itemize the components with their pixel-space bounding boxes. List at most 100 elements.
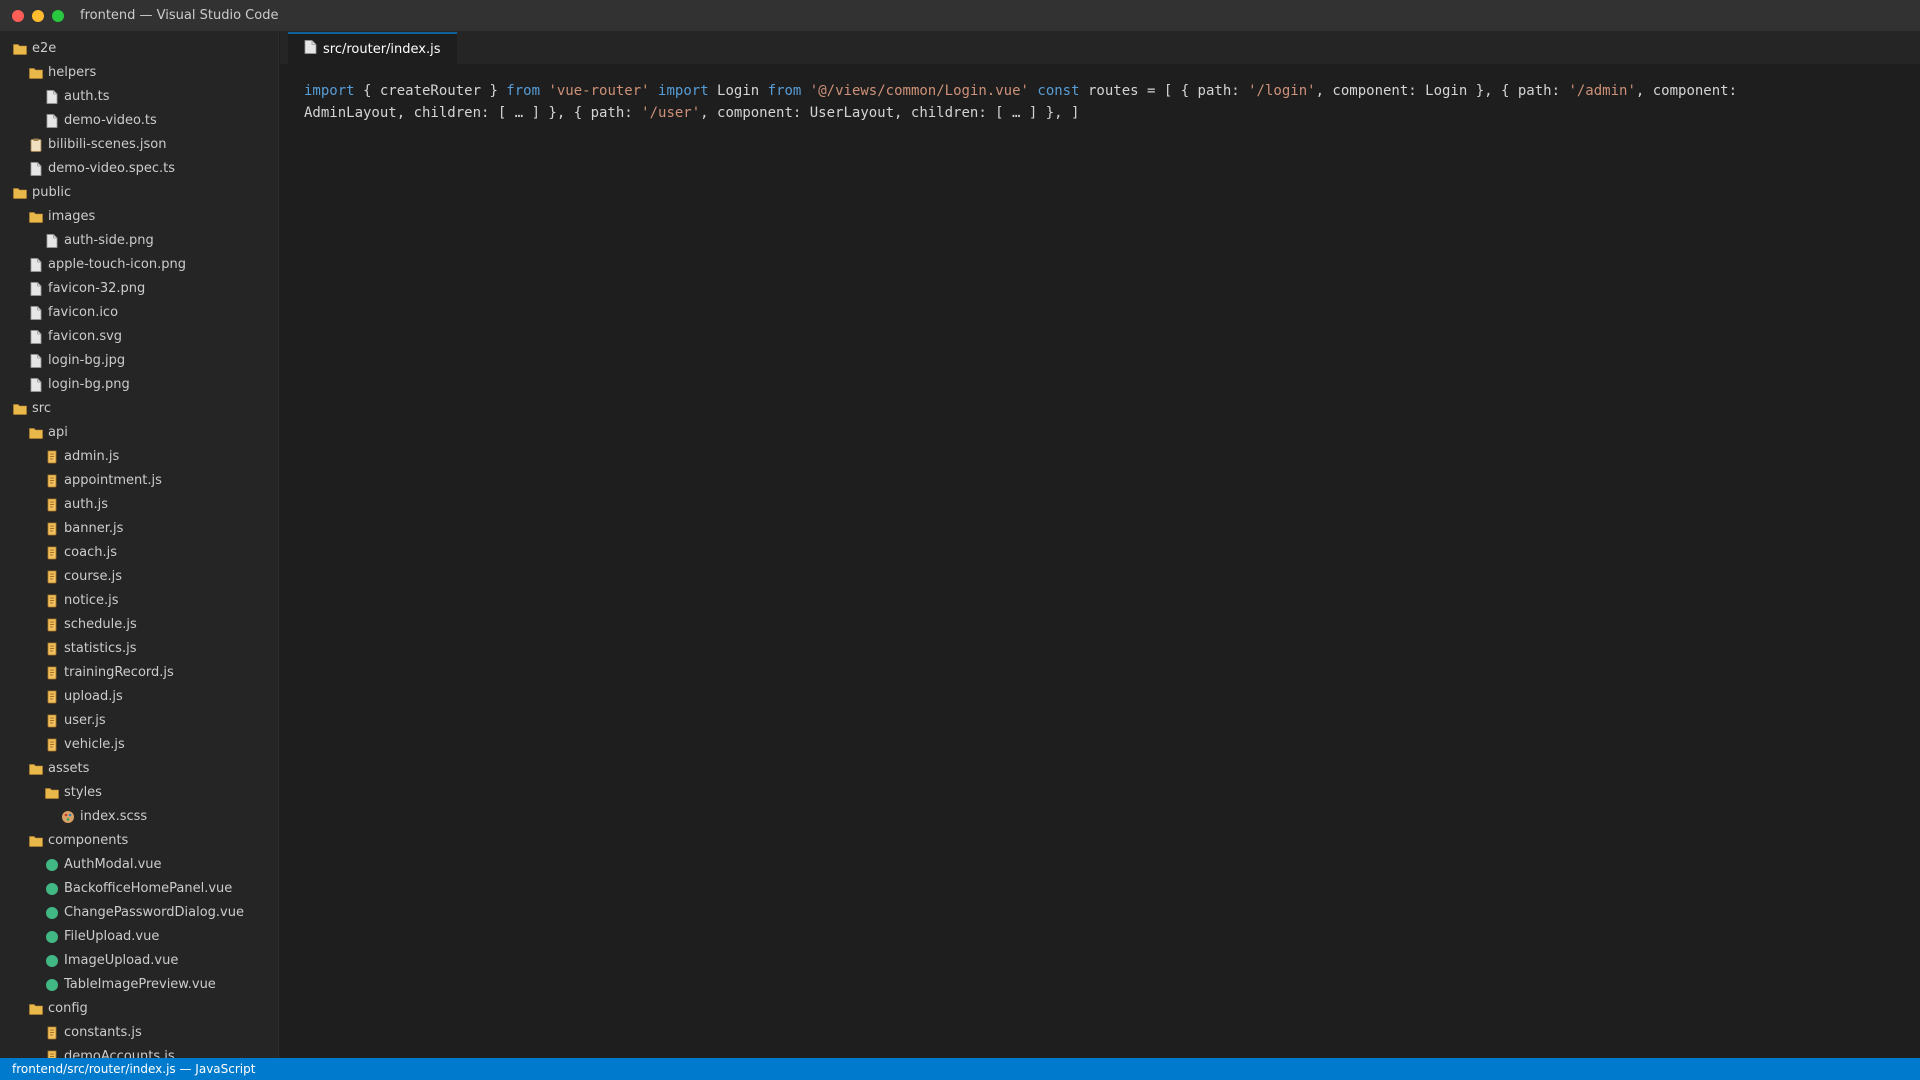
code-string: '@/views/common/Login.vue' bbox=[809, 83, 1029, 99]
tree-folder[interactable]: src bbox=[0, 397, 278, 421]
file-icon bbox=[28, 161, 44, 177]
tree-file[interactable]: login-bg.jpg bbox=[0, 349, 278, 373]
code-keyword: import bbox=[304, 83, 355, 99]
js-file-icon bbox=[44, 689, 60, 705]
tree-file[interactable]: favicon.svg bbox=[0, 325, 278, 349]
tree-file[interactable]: vehicle.js bbox=[0, 733, 278, 757]
tree-item-label: api bbox=[48, 425, 68, 440]
tree-file[interactable]: course.js bbox=[0, 565, 278, 589]
file-icon bbox=[44, 113, 60, 129]
tree-item-label: src bbox=[32, 401, 51, 416]
tree-file[interactable]: demoAccounts.js bbox=[0, 1045, 278, 1058]
explorer-sidebar: e2e helpers auth.ts demo-video.ts bilibili-s… bbox=[0, 31, 279, 1058]
folder-icon bbox=[44, 785, 60, 801]
tree-item-label: ChangePasswordDialog.vue bbox=[64, 905, 244, 920]
tree-file[interactable]: coach.js bbox=[0, 541, 278, 565]
code-text: Login bbox=[708, 83, 768, 99]
tree-file[interactable]: apple-touch-icon.png bbox=[0, 253, 278, 277]
tree-file[interactable]: FileUpload.vue bbox=[0, 925, 278, 949]
tree-file[interactable]: TableImagePreview.vue bbox=[0, 973, 278, 997]
maximize-window-button[interactable] bbox=[52, 9, 64, 22]
tree-item-label: coach.js bbox=[64, 545, 117, 560]
tree-item-label: index.scss bbox=[80, 809, 148, 824]
tree-folder[interactable]: assets bbox=[0, 757, 278, 781]
tree-item-label: demoAccounts.js bbox=[64, 1049, 175, 1058]
tree-item-label: login-bg.jpg bbox=[48, 353, 126, 368]
tree-folder[interactable]: styles bbox=[0, 781, 278, 805]
tree-folder[interactable]: e2e bbox=[0, 37, 278, 61]
tree-file[interactable]: AuthModal.vue bbox=[0, 853, 278, 877]
tree-file[interactable]: trainingRecord.js bbox=[0, 661, 278, 685]
tree-item-label: styles bbox=[64, 785, 102, 800]
folder-icon bbox=[28, 833, 44, 849]
tree-folder[interactable]: images bbox=[0, 205, 278, 229]
tree-file[interactable]: statistics.js bbox=[0, 637, 278, 661]
tree-item-label: favicon.ico bbox=[48, 305, 119, 320]
tree-item-label: components bbox=[48, 833, 129, 848]
tree-file[interactable]: bilibili-scenes.json bbox=[0, 133, 278, 157]
file-icon bbox=[28, 353, 44, 369]
vue-file-icon bbox=[44, 953, 60, 969]
code-text: , component: UserLayout, children: [ … ]… bbox=[700, 105, 1080, 121]
tree-item-label: ImageUpload.vue bbox=[64, 953, 179, 968]
tree-file[interactable]: upload.js bbox=[0, 685, 278, 709]
tree-item-label: notice.js bbox=[64, 593, 119, 608]
tree-file[interactable]: ChangePasswordDialog.vue bbox=[0, 901, 278, 925]
tree-file[interactable]: banner.js bbox=[0, 517, 278, 541]
code-string: '/login' bbox=[1248, 83, 1316, 99]
vue-file-icon bbox=[44, 881, 60, 897]
status-bar: frontend/src/router/index.js — JavaScrip… bbox=[0, 1058, 1920, 1080]
file-icon bbox=[304, 40, 317, 58]
tree-file[interactable]: admin.js bbox=[0, 445, 278, 469]
close-window-button[interactable] bbox=[12, 9, 24, 22]
tree-item-label: assets bbox=[48, 761, 90, 776]
js-file-icon bbox=[44, 713, 60, 729]
tree-file[interactable]: schedule.js bbox=[0, 613, 278, 637]
tab-router-index[interactable]: src/router/index.js bbox=[288, 32, 457, 64]
tree-file[interactable]: user.js bbox=[0, 709, 278, 733]
minimize-window-button[interactable] bbox=[32, 9, 44, 22]
code-editor[interactable]: import { createRouter } from 'vue-router… bbox=[280, 64, 1870, 140]
tree-file[interactable]: auth-side.png bbox=[0, 229, 278, 253]
tree-folder[interactable]: api bbox=[0, 421, 278, 445]
tree-file[interactable]: constants.js bbox=[0, 1021, 278, 1045]
tree-folder[interactable]: public bbox=[0, 181, 278, 205]
tree-file[interactable]: index.scss bbox=[0, 805, 278, 829]
editor-tab-bar: src/router/index.js bbox=[280, 31, 1920, 64]
tree-item-label: vehicle.js bbox=[64, 737, 125, 752]
js-file-icon bbox=[44, 569, 60, 585]
js-file-icon bbox=[44, 593, 60, 609]
tree-file[interactable]: BackofficeHomePanel.vue bbox=[0, 877, 278, 901]
tree-item-label: FileUpload.vue bbox=[64, 929, 160, 944]
tree-file[interactable]: ImageUpload.vue bbox=[0, 949, 278, 973]
window-controls bbox=[12, 9, 64, 22]
tree-file[interactable]: notice.js bbox=[0, 589, 278, 613]
tree-item-label: statistics.js bbox=[64, 641, 137, 656]
code-text: routes = [ { path: bbox=[1079, 83, 1249, 99]
code-string: '/user' bbox=[641, 105, 701, 121]
tree-folder[interactable]: config bbox=[0, 997, 278, 1021]
tree-folder[interactable]: helpers bbox=[0, 61, 278, 85]
tree-file[interactable]: demo-video.ts bbox=[0, 109, 278, 133]
tree-file[interactable]: auth.js bbox=[0, 493, 278, 517]
code-keyword: from bbox=[767, 83, 802, 99]
tree-folder[interactable]: components bbox=[0, 829, 278, 853]
tree-item-label: public bbox=[32, 185, 72, 200]
tree-file[interactable]: appointment.js bbox=[0, 469, 278, 493]
file-icon bbox=[28, 329, 44, 345]
js-file-icon bbox=[44, 545, 60, 561]
tree-item-label: demo-video.ts bbox=[64, 113, 157, 128]
tree-item-label: images bbox=[48, 209, 96, 224]
tree-file[interactable]: favicon-32.png bbox=[0, 277, 278, 301]
tree-file[interactable]: login-bg.png bbox=[0, 373, 278, 397]
window-title: frontend — Visual Studio Code bbox=[80, 8, 279, 23]
title-bar: frontend — Visual Studio Code bbox=[0, 0, 1920, 31]
js-file-icon bbox=[44, 521, 60, 537]
tree-item-label: AuthModal.vue bbox=[64, 857, 162, 872]
tree-file[interactable]: auth.ts bbox=[0, 85, 278, 109]
file-icon bbox=[44, 233, 60, 249]
tree-file[interactable]: favicon.ico bbox=[0, 301, 278, 325]
file-icon bbox=[28, 377, 44, 393]
tree-file[interactable]: demo-video.spec.ts bbox=[0, 157, 278, 181]
